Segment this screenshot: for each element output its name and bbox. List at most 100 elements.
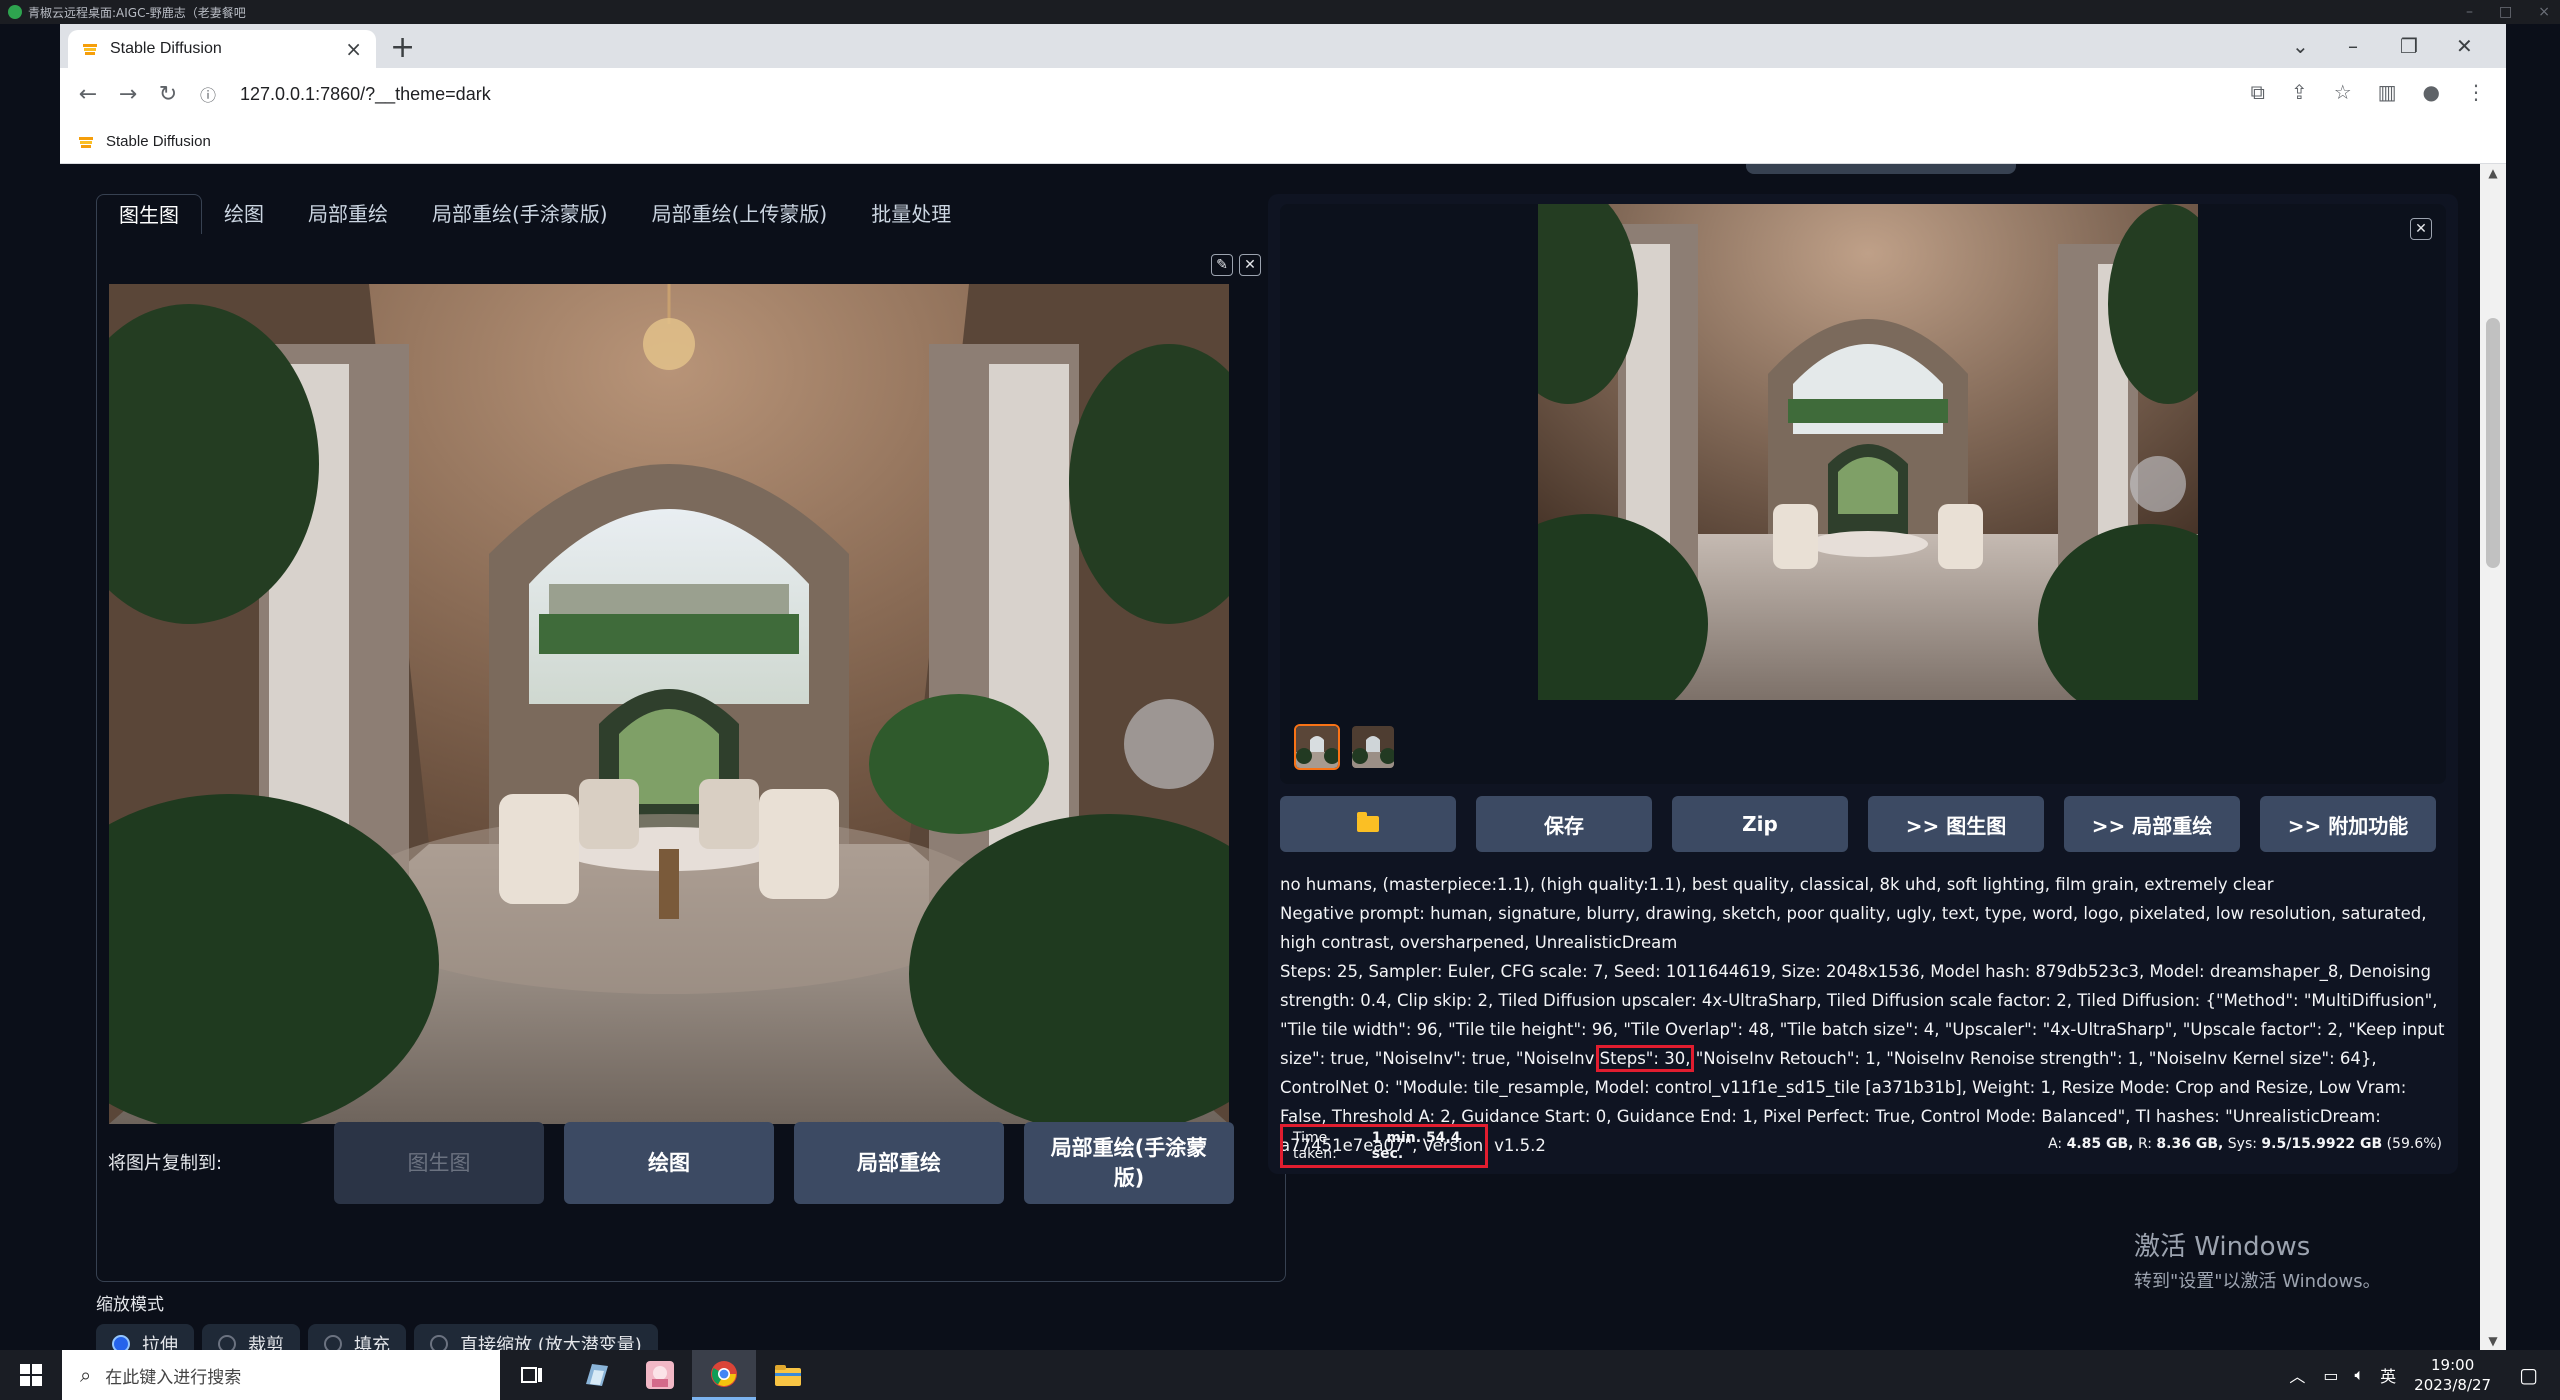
profile-avatar-icon[interactable]: ● <box>2423 80 2440 104</box>
app-explorer-icon[interactable] <box>756 1350 820 1400</box>
output-image[interactable] <box>1538 204 2198 700</box>
negative-prompt-text: Negative prompt: human, signature, blurr… <box>1280 904 2427 952</box>
scroll-up-icon[interactable]: ▲ <box>2480 166 2506 180</box>
bookmark-star-icon[interactable]: ☆ <box>2334 80 2352 104</box>
folder-icon <box>1357 812 1379 832</box>
sd-favicon-icon <box>83 44 97 55</box>
translate-icon[interactable]: ⧉ <box>2251 80 2265 104</box>
new-tab-button[interactable]: + <box>390 30 415 66</box>
tab-inpaint-upload[interactable]: 局部重绘(上传蒙版) <box>630 194 850 234</box>
reload-icon[interactable]: ↻ <box>148 82 188 107</box>
radio-label: 裁剪 <box>248 1335 284 1350</box>
tab-batch[interactable]: 批量处理 <box>849 194 973 234</box>
tab-inpaint[interactable]: 局部重绘 <box>286 194 410 234</box>
search-placeholder: 在此键入进行搜索 <box>105 1367 242 1388</box>
clear-image-icon[interactable]: ✕ <box>1239 254 1261 276</box>
taskbar-search[interactable]: ⌕ 在此键入进行搜索 <box>62 1350 500 1400</box>
resize-mode-label: 缩放模式 <box>96 1295 164 1315</box>
app-chrome-icon[interactable] <box>692 1350 756 1400</box>
mem-sys-value: 9.5/15.9922 GB <box>2261 1136 2383 1152</box>
scroll-down-icon[interactable]: ▼ <box>2480 1334 2506 1348</box>
copy-to-buttons: 图生图 绘图 局部重绘 局部重绘(手涂蒙版) <box>334 1122 1234 1204</box>
sd-bookmark-icon <box>79 136 93 148</box>
gallery-thumbnails <box>1294 724 1396 770</box>
thumbnail-2[interactable] <box>1350 724 1396 770</box>
start-button[interactable] <box>0 1350 62 1400</box>
site-info-icon[interactable]: ⓘ <box>188 82 228 106</box>
mem-r-value: 8.36 GB, <box>2156 1136 2224 1152</box>
windows-activation-watermark: 激活 Windows 转到"设置"以激活 Windows。 <box>2134 1226 2381 1293</box>
radio-dot-icon <box>218 1335 236 1350</box>
tab-strip: Stable Diffusion × + ⌄ – ❐ ✕ <box>60 24 2506 68</box>
back-icon[interactable]: ← <box>68 82 108 107</box>
output-gallery: ✕ <box>1280 204 2446 784</box>
tab-close-icon[interactable]: × <box>345 37 362 61</box>
tray-chevron-icon[interactable]: ︿ <box>2289 1363 2305 1387</box>
side-panel-icon[interactable]: ▥ <box>2378 80 2397 104</box>
output-actions: 保存 Zip >> 图生图 >> 局部重绘 >> 附加功能 <box>1280 796 2436 852</box>
copy-to-inpaint-sketch-button[interactable]: 局部重绘(手涂蒙版) <box>1024 1122 1234 1204</box>
close-preview-icon[interactable]: ✕ <box>2410 218 2432 240</box>
tab-img2img[interactable]: 图生图 <box>96 194 202 234</box>
tab-sketch[interactable]: 绘图 <box>202 194 286 234</box>
edit-pencil-icon[interactable]: ✎ <box>1211 254 1233 276</box>
time-taken-label: Time taken: <box>1293 1130 1337 1162</box>
generation-footer: Time taken: 1 min. 54.4 sec. A: 4.85 GB,… <box>1280 1124 2450 1168</box>
scrollbar-thumb[interactable] <box>2486 318 2500 568</box>
radio-label: 填充 <box>354 1335 390 1350</box>
ime-indicator[interactable]: 英 <box>2380 1363 2396 1387</box>
volume-icon[interactable]: 🔈︎ <box>2355 1365 2365 1385</box>
copy-to-sketch-button[interactable]: 绘图 <box>564 1122 774 1204</box>
save-button[interactable]: 保存 <box>1476 796 1652 852</box>
zip-button[interactable]: Zip <box>1672 796 1848 852</box>
browser-toolbar: ← → ↻ ⓘ 127.0.0.1:7860/?__theme=dark ⧉ ⇪… <box>60 68 2506 120</box>
address-bar[interactable]: 127.0.0.1:7860/?__theme=dark <box>240 84 491 105</box>
minimize-icon[interactable]: – <box>2466 0 2473 24</box>
radio-dot-icon <box>430 1335 448 1350</box>
window-restore-icon[interactable]: ❐ <box>2400 24 2418 68</box>
window-minimize-icon[interactable]: – <box>2348 24 2358 68</box>
send-to-extras-button[interactable]: >> 附加功能 <box>2260 796 2436 852</box>
search-icon: ⌕ <box>80 1363 92 1387</box>
remote-desktop-titlebar: 青椒云远程桌面:AIGC-野鹿志（老妻餐吧 – □ × <box>0 0 2560 24</box>
network-icon[interactable]: ▭ <box>2323 1366 2338 1385</box>
bookmarks-bar: Stable Diffusion <box>60 120 2506 164</box>
tab-title: Stable Diffusion <box>110 40 222 57</box>
open-folder-button[interactable] <box>1280 796 1456 852</box>
window-close-icon[interactable]: ✕ <box>2456 24 2473 68</box>
app-anime-icon[interactable] <box>628 1350 692 1400</box>
thumbnail-1[interactable] <box>1294 724 1340 770</box>
bookmark-link[interactable]: Stable Diffusion <box>106 133 211 150</box>
send-to-img2img-button[interactable]: >> 图生图 <box>1868 796 2044 852</box>
task-view-icon[interactable] <box>500 1350 564 1400</box>
notification-icon[interactable]: ▢ <box>2519 1363 2538 1387</box>
share-icon[interactable]: ⇪ <box>2291 80 2308 104</box>
clock-date: 2023/8/27 <box>2414 1376 2492 1394</box>
time-taken-box: Time taken: 1 min. 54.4 sec. <box>1280 1124 1488 1168</box>
output-panel: ✕ 保存 Zip >> 图生图 >> 局部重绘 >> 附加功能 no human… <box>1268 194 2458 1174</box>
resize-mode-fill[interactable]: 填充 <box>308 1324 406 1350</box>
radio-dot-icon <box>324 1335 342 1350</box>
copy-to-img2img-button[interactable]: 图生图 <box>334 1122 544 1204</box>
browser-tab[interactable]: Stable Diffusion × <box>68 30 376 68</box>
resize-mode-stretch[interactable]: 拉伸 <box>96 1324 194 1350</box>
app-notes-icon[interactable] <box>564 1350 628 1400</box>
page-scrollbar[interactable]: ▲ ▼ <box>2480 164 2506 1350</box>
input-image[interactable] <box>109 284 1229 1124</box>
resize-mode-latent[interactable]: 直接缩放 (放大潜变量) <box>414 1324 658 1350</box>
watermark-line-1: 激活 Windows <box>2134 1232 2311 1262</box>
webui-page: 图生图 绘图 局部重绘 局部重绘(手涂蒙版) 局部重绘(上传蒙版) 批量处理 ✎… <box>60 164 2480 1350</box>
tab-search-icon[interactable]: ⌄ <box>2292 24 2309 68</box>
forward-icon[interactable]: → <box>108 82 148 107</box>
radio-label: 直接缩放 (放大潜变量) <box>460 1335 642 1350</box>
menu-kebab-icon[interactable]: ⋮ <box>2466 80 2486 104</box>
send-to-inpaint-button[interactable]: >> 局部重绘 <box>2064 796 2240 852</box>
tab-inpaint-sketch[interactable]: 局部重绘(手涂蒙版) <box>410 194 630 234</box>
resize-mode-radios: 拉伸 裁剪 填充 直接缩放 (放大潜变量) <box>96 1324 658 1350</box>
taskbar-clock[interactable]: 19:00 2023/8/27 <box>2414 1355 2491 1395</box>
top-partial-button[interactable] <box>1746 164 2016 174</box>
restore-icon[interactable]: □ <box>2499 0 2512 24</box>
resize-mode-crop[interactable]: 裁剪 <box>202 1324 300 1350</box>
close-icon[interactable]: × <box>2538 0 2550 24</box>
copy-to-inpaint-button[interactable]: 局部重绘 <box>794 1122 1004 1204</box>
